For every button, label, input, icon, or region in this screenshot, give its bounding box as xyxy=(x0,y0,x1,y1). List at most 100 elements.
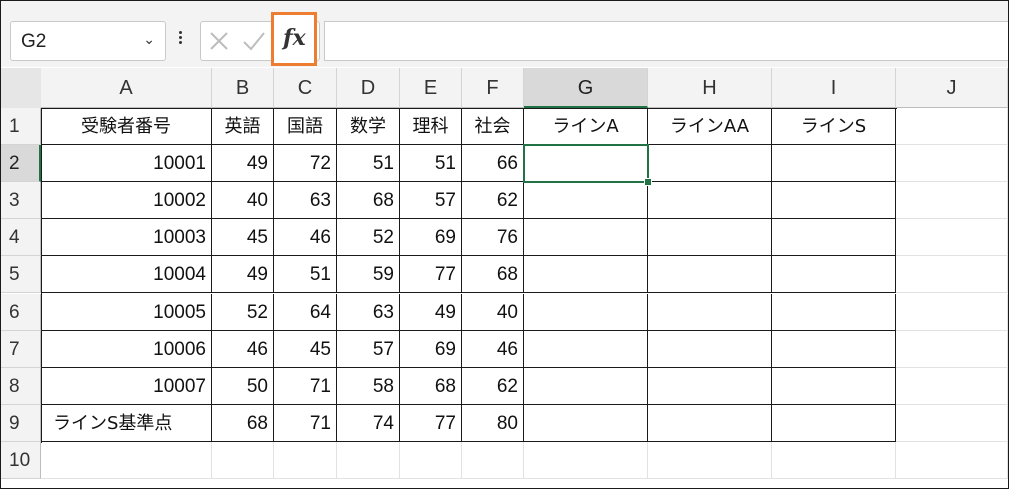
cell-a2[interactable]: 10001 xyxy=(41,145,212,182)
cell-j9[interactable] xyxy=(896,405,1008,442)
cell-j2[interactable] xyxy=(896,145,1008,182)
cell-h2[interactable] xyxy=(648,145,772,182)
row-header-2[interactable]: 2 xyxy=(1,145,41,182)
cell-c5[interactable]: 51 xyxy=(274,256,337,293)
cell-b2[interactable]: 49 xyxy=(212,145,274,182)
cell-g7[interactable] xyxy=(524,331,648,368)
cell-a10[interactable] xyxy=(41,442,212,479)
row-header-5[interactable]: 5 xyxy=(1,256,41,293)
cell-e7[interactable]: 69 xyxy=(400,331,462,368)
cell-a9[interactable]: ラインS基準点 xyxy=(41,405,212,442)
row-header-9[interactable]: 9 xyxy=(1,405,41,442)
cell-i6[interactable] xyxy=(772,294,896,331)
chevron-down-icon[interactable]: ⌄ xyxy=(143,32,155,48)
cell-d1[interactable]: 数学 xyxy=(337,108,400,145)
cell-c7[interactable]: 45 xyxy=(274,331,337,368)
cell-e6[interactable]: 49 xyxy=(400,294,462,331)
cell-d5[interactable]: 59 xyxy=(337,256,400,293)
cell-j3[interactable] xyxy=(896,182,1008,219)
column-header-h[interactable]: H xyxy=(648,68,772,108)
column-header-j[interactable]: J xyxy=(896,68,1008,108)
cell-c2[interactable]: 72 xyxy=(274,145,337,182)
cell-h7[interactable] xyxy=(648,331,772,368)
cell-e8[interactable]: 68 xyxy=(400,368,462,405)
cell-g8[interactable] xyxy=(524,368,648,405)
cell-a3[interactable]: 10002 xyxy=(41,182,212,219)
cell-c1[interactable]: 国語 xyxy=(274,108,337,145)
cell-b9[interactable]: 68 xyxy=(212,405,274,442)
column-header-f[interactable]: F xyxy=(462,68,524,108)
cell-d6[interactable]: 63 xyxy=(337,294,400,331)
column-header-e[interactable]: E xyxy=(400,68,462,108)
cell-d7[interactable]: 57 xyxy=(337,331,400,368)
column-header-d[interactable]: D xyxy=(337,68,400,108)
cell-f3[interactable]: 62 xyxy=(462,182,524,219)
cell-c8[interactable]: 71 xyxy=(274,368,337,405)
cell-c10[interactable] xyxy=(274,442,337,479)
cell-i3[interactable] xyxy=(772,182,896,219)
cell-i10[interactable] xyxy=(772,442,896,479)
cell-a7[interactable]: 10006 xyxy=(41,331,212,368)
cell-b6[interactable]: 52 xyxy=(212,294,274,331)
cell-i8[interactable] xyxy=(772,368,896,405)
row-header-3[interactable]: 3 xyxy=(1,182,41,219)
cell-f9[interactable]: 80 xyxy=(462,405,524,442)
cell-d10[interactable] xyxy=(337,442,400,479)
cell-a8[interactable]: 10007 xyxy=(41,368,212,405)
cell-h10[interactable] xyxy=(648,442,772,479)
cell-j5[interactable] xyxy=(896,256,1008,293)
cell-g3[interactable] xyxy=(524,182,648,219)
cell-g9[interactable] xyxy=(524,405,648,442)
cell-j4[interactable] xyxy=(896,219,1008,256)
row-header-1[interactable]: 1 xyxy=(1,108,41,145)
cell-i4[interactable] xyxy=(772,219,896,256)
cell-d3[interactable]: 68 xyxy=(337,182,400,219)
cell-j8[interactable] xyxy=(896,368,1008,405)
cell-d4[interactable]: 52 xyxy=(337,219,400,256)
cell-b7[interactable]: 46 xyxy=(212,331,274,368)
name-box[interactable]: G2 ⌄ xyxy=(10,21,166,61)
cell-g10[interactable] xyxy=(524,442,648,479)
cell-e1[interactable]: 理科 xyxy=(400,108,462,145)
cell-h8[interactable] xyxy=(648,368,772,405)
row-header-4[interactable]: 4 xyxy=(1,219,41,256)
cell-i5[interactable] xyxy=(772,256,896,293)
cell-c3[interactable]: 63 xyxy=(274,182,337,219)
cell-c9[interactable]: 71 xyxy=(274,405,337,442)
cell-j1[interactable] xyxy=(896,108,1008,145)
row-header-7[interactable]: 7 xyxy=(1,331,41,368)
cell-g4[interactable] xyxy=(524,219,648,256)
cell-f1[interactable]: 社会 xyxy=(462,108,524,145)
cell-g6[interactable] xyxy=(524,294,648,331)
cell-j6[interactable] xyxy=(896,294,1008,331)
cancel-icon[interactable] xyxy=(207,29,231,53)
cell-c4[interactable]: 46 xyxy=(274,219,337,256)
cell-b10[interactable] xyxy=(212,442,274,479)
cell-f6[interactable]: 40 xyxy=(462,294,524,331)
cell-f10[interactable] xyxy=(462,442,524,479)
cell-h4[interactable] xyxy=(648,219,772,256)
cell-f8[interactable]: 62 xyxy=(462,368,524,405)
cell-h1[interactable]: ラインAA xyxy=(648,108,772,145)
cell-b5[interactable]: 49 xyxy=(212,256,274,293)
cell-j10[interactable] xyxy=(896,442,1008,479)
cell-h5[interactable] xyxy=(648,256,772,293)
cell-i1[interactable]: ラインS xyxy=(772,108,896,145)
cell-d8[interactable]: 58 xyxy=(337,368,400,405)
cell-g5[interactable] xyxy=(524,256,648,293)
column-header-a[interactable]: A xyxy=(41,68,212,108)
cell-e4[interactable]: 69 xyxy=(400,219,462,256)
active-cell-selection[interactable] xyxy=(523,144,649,183)
column-header-i[interactable]: I xyxy=(772,68,896,108)
insert-function-button[interactable]: fx xyxy=(271,12,317,66)
cell-e2[interactable]: 51 xyxy=(400,145,462,182)
cell-f2[interactable]: 66 xyxy=(462,145,524,182)
row-header-6[interactable]: 6 xyxy=(1,294,41,331)
cell-a6[interactable]: 10005 xyxy=(41,294,212,331)
column-header-g[interactable]: G xyxy=(524,68,648,108)
cell-b4[interactable]: 45 xyxy=(212,219,274,256)
cell-h9[interactable] xyxy=(648,405,772,442)
cell-d9[interactable]: 74 xyxy=(337,405,400,442)
more-options-icon[interactable] xyxy=(179,29,183,51)
cell-a4[interactable]: 10003 xyxy=(41,219,212,256)
